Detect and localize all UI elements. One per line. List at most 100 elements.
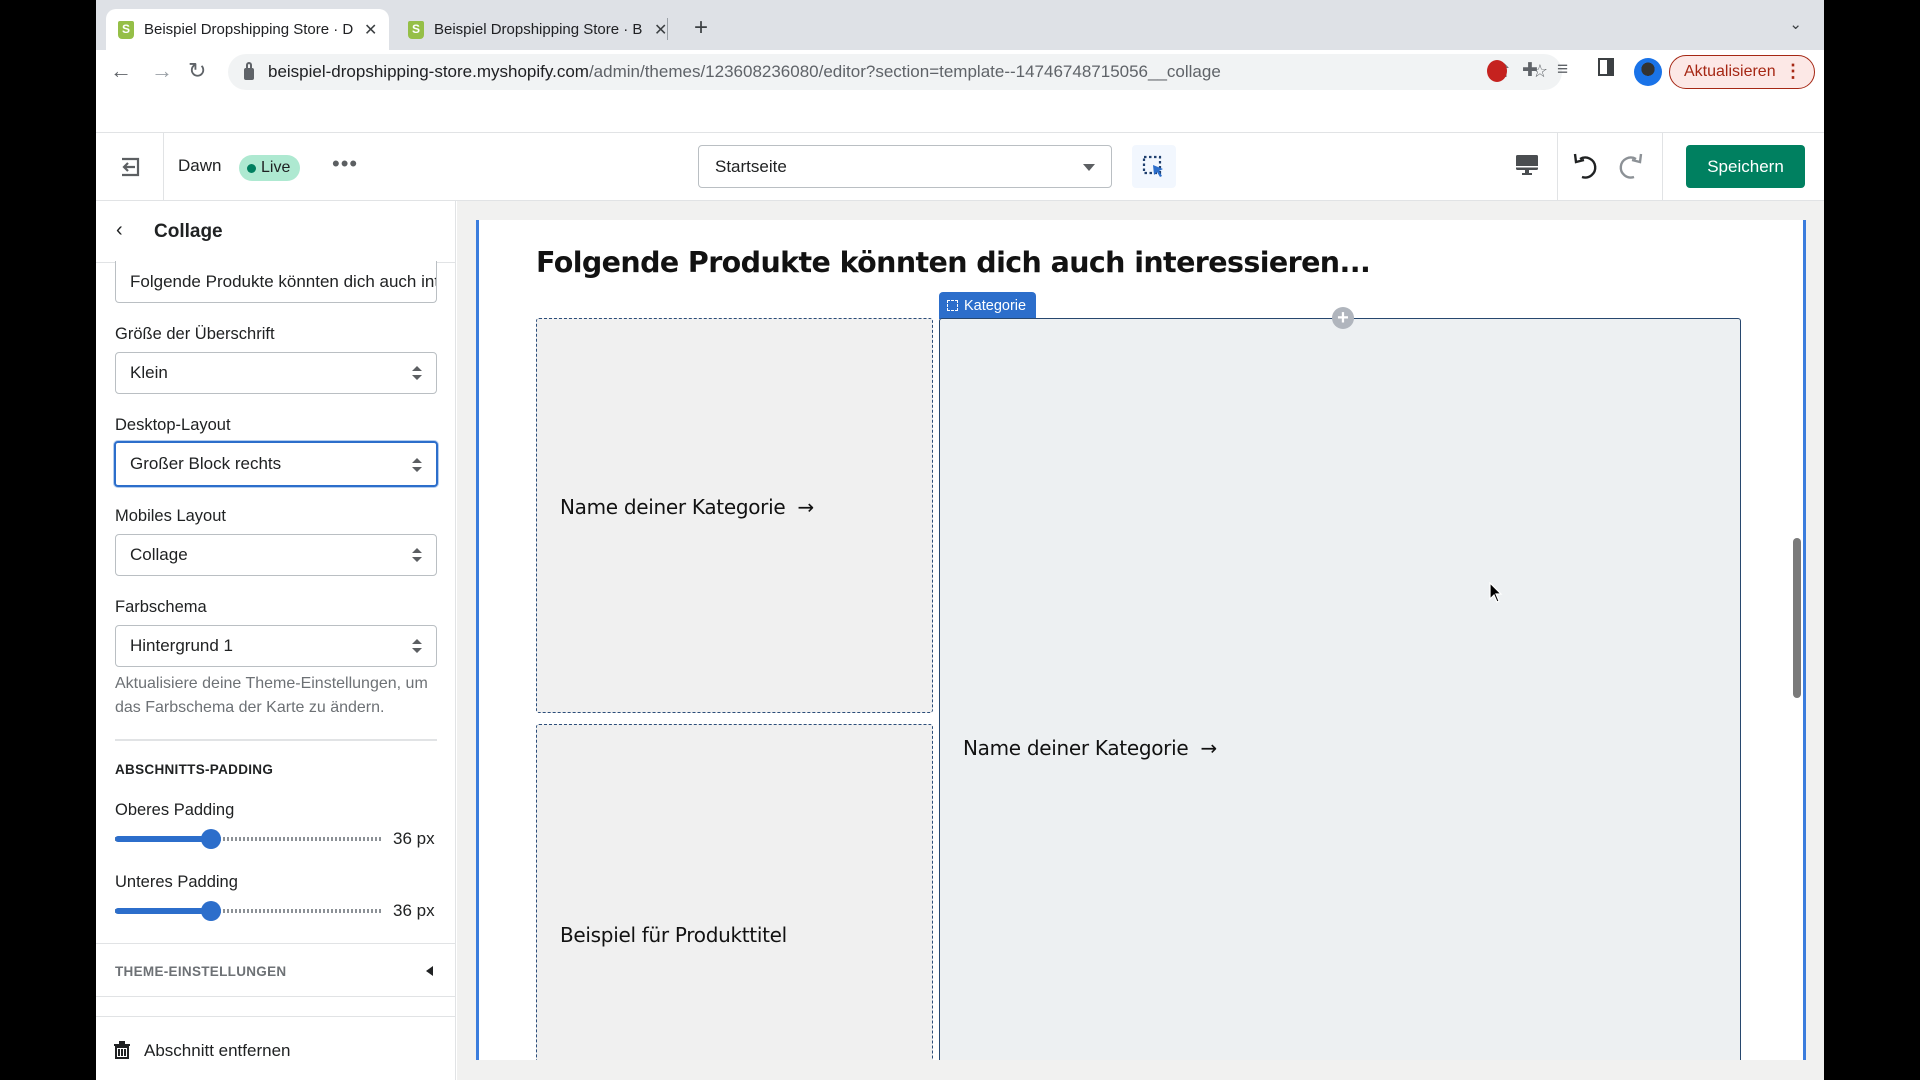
settings-sidebar: ‹ Collage Folgende Produkte könnten dich… xyxy=(96,201,456,1080)
browser-toolbar: ← → ↻ beispiel-dropshipping-store.myshop… xyxy=(96,50,1824,94)
heading-input[interactable]: Folgende Produkte könnten dich auch inte… xyxy=(115,261,437,303)
inspector-toggle-button[interactable] xyxy=(1132,145,1176,188)
tab-title: Beispiel Dropshipping Store · B xyxy=(434,21,643,38)
block-bracket-icon xyxy=(947,300,958,311)
desktop-view-button[interactable] xyxy=(1515,153,1539,182)
desktop-layout-select[interactable]: Großer Block rechts xyxy=(114,441,438,487)
heading-size-label: Größe der Überschrift xyxy=(115,325,275,343)
mobile-layout-select[interactable]: Collage xyxy=(115,534,437,576)
block-tag-kategorie[interactable]: Kategorie xyxy=(939,292,1037,319)
update-label: Aktualisieren xyxy=(1684,63,1776,80)
arrow-right-icon: → xyxy=(797,495,815,519)
reload-icon[interactable]: ↻ xyxy=(188,58,206,84)
desktop-monitor-icon xyxy=(1516,155,1538,175)
back-chevron-icon[interactable]: ‹ xyxy=(116,219,123,242)
preview-frame-collage-section[interactable]: Folgende Produkte könnten dich auch inte… xyxy=(476,220,1806,1060)
padding-section-heading: ABSCHNITTS-PADDING xyxy=(115,762,274,777)
trash-icon xyxy=(114,1041,130,1059)
save-button[interactable]: Speichern xyxy=(1686,145,1805,188)
lock-icon xyxy=(244,62,254,80)
card-label: Name deiner Kategorie → xyxy=(560,495,814,519)
block-tag-label: Kategorie xyxy=(964,297,1027,314)
arrow-right-icon: → xyxy=(1200,736,1218,760)
card-label: Name deiner Kategorie → xyxy=(963,736,1217,760)
editor-top-bar: Dawn Live ••• Startseite Speichern xyxy=(96,132,1824,201)
screen: Beispiel Dropshipping Store · D ✕ Beispi… xyxy=(96,0,1824,1080)
bottom-padding-value: 36 px xyxy=(393,901,435,920)
remove-section-button[interactable]: Abschnitt entfernen xyxy=(96,1016,455,1080)
redo-button[interactable] xyxy=(1616,151,1644,186)
undo-button[interactable] xyxy=(1572,151,1600,186)
page-template-select[interactable]: Startseite xyxy=(698,145,1112,188)
slider-thumb[interactable] xyxy=(201,829,222,849)
top-padding-slider[interactable] xyxy=(115,829,383,849)
status-dot-icon xyxy=(247,163,256,173)
undo-icon xyxy=(1573,153,1597,179)
top-padding-label: Oberes Padding xyxy=(115,801,235,819)
collage-heading: Folgende Produkte könnten dich auch inte… xyxy=(536,246,1371,279)
mobile-layout-label: Mobiles Layout xyxy=(115,507,226,525)
caret-left-icon xyxy=(426,966,433,976)
remove-section-label: Abschnitt entfernen xyxy=(144,1041,291,1060)
live-status-badge: Live xyxy=(239,155,301,181)
update-chrome-button[interactable]: Aktualisieren ⋮ xyxy=(1669,55,1815,89)
tab-close-icon[interactable]: ✕ xyxy=(654,20,667,40)
theme-settings-label: THEME-EINSTELLUNGEN xyxy=(115,964,287,979)
add-block-plus-icon[interactable]: + xyxy=(1332,307,1354,329)
side-panel-icon[interactable] xyxy=(1598,58,1614,76)
shopify-favicon-icon xyxy=(408,20,424,39)
sidebar-header: ‹ Collage xyxy=(96,201,455,263)
kebab-menu-icon[interactable]: ⋮ xyxy=(1784,61,1802,82)
shopify-favicon-icon xyxy=(118,20,134,39)
card-label: Beispiel für Produkttitel xyxy=(560,923,787,947)
browser-tab[interactable]: Beispiel Dropshipping Store · B ✕ xyxy=(396,9,679,50)
more-actions-icon[interactable]: ••• xyxy=(332,151,358,177)
theme-settings-toggle[interactable]: THEME-EINSTELLUNGEN xyxy=(96,943,455,997)
tab-title: Beispiel Dropshipping Store · D xyxy=(144,21,354,38)
slider-thumb[interactable] xyxy=(201,901,222,921)
live-label: Live xyxy=(261,159,291,176)
section-title: Collage xyxy=(154,221,223,242)
color-scheme-label: Farbschema xyxy=(115,598,207,616)
desktop-layout-label: Desktop-Layout xyxy=(115,416,231,434)
back-arrow-icon[interactable]: ← xyxy=(110,58,132,84)
mobile-layout-value: Collage xyxy=(130,545,188,564)
slider-fill xyxy=(115,836,212,842)
forward-arrow-icon[interactable]: → xyxy=(151,58,173,84)
select-arrows-icon xyxy=(412,366,422,380)
page-template-value: Startseite xyxy=(715,156,787,176)
browser-tab-bar: Beispiel Dropshipping Store · D ✕ Beispi… xyxy=(96,0,1824,50)
bottom-padding-slider[interactable] xyxy=(115,901,383,921)
color-scheme-help-text: Aktualisiere deine Theme-Einstellungen, … xyxy=(115,675,428,716)
address-bar[interactable]: beispiel-dropshipping-store.myshopify.co… xyxy=(228,54,1562,90)
select-inspector-icon xyxy=(1142,155,1163,177)
color-scheme-select[interactable]: Hintergrund 1 xyxy=(115,625,437,667)
desktop-layout-value: Großer Block rechts xyxy=(130,454,282,473)
select-arrows-icon xyxy=(412,458,422,472)
tab-separator xyxy=(667,18,668,40)
exit-editor-button[interactable] xyxy=(96,133,164,200)
section-divider xyxy=(115,739,437,741)
select-arrows-icon xyxy=(412,548,422,562)
profile-avatar[interactable] xyxy=(1634,58,1662,86)
redo-icon xyxy=(1619,153,1643,179)
bottom-padding-label: Unteres Padding xyxy=(115,873,238,891)
extensions-puzzle-icon[interactable]: ✚ xyxy=(1522,59,1538,82)
adblock-extension-icon[interactable] xyxy=(1487,60,1507,82)
tab-close-icon[interactable]: ✕ xyxy=(364,20,377,40)
slider-fill xyxy=(115,908,212,914)
collage-card-category[interactable]: Name deiner Kategorie → xyxy=(536,318,933,713)
media-playlist-icon[interactable]: ≡ xyxy=(1557,59,1568,81)
theme-name: Dawn xyxy=(178,156,222,175)
collage-card-product[interactable]: Beispiel für Produkttitel xyxy=(536,724,933,1060)
caret-down-icon xyxy=(1083,164,1095,171)
tab-search-chevron-icon[interactable]: ⌄ xyxy=(1789,15,1802,33)
toolbar-divider xyxy=(1557,133,1558,200)
toolbar-divider xyxy=(1662,133,1663,200)
new-tab-icon[interactable]: + xyxy=(694,14,708,42)
browser-tab-active[interactable]: Beispiel Dropshipping Store · D ✕ xyxy=(106,9,390,50)
heading-size-select[interactable]: Klein xyxy=(115,352,437,394)
collage-card-large-category[interactable]: Name deiner Kategorie → xyxy=(939,318,1741,1060)
url-host: beispiel-dropshipping-store.myshopify.co… xyxy=(268,62,589,81)
preview-scrollbar[interactable] xyxy=(1793,538,1801,698)
